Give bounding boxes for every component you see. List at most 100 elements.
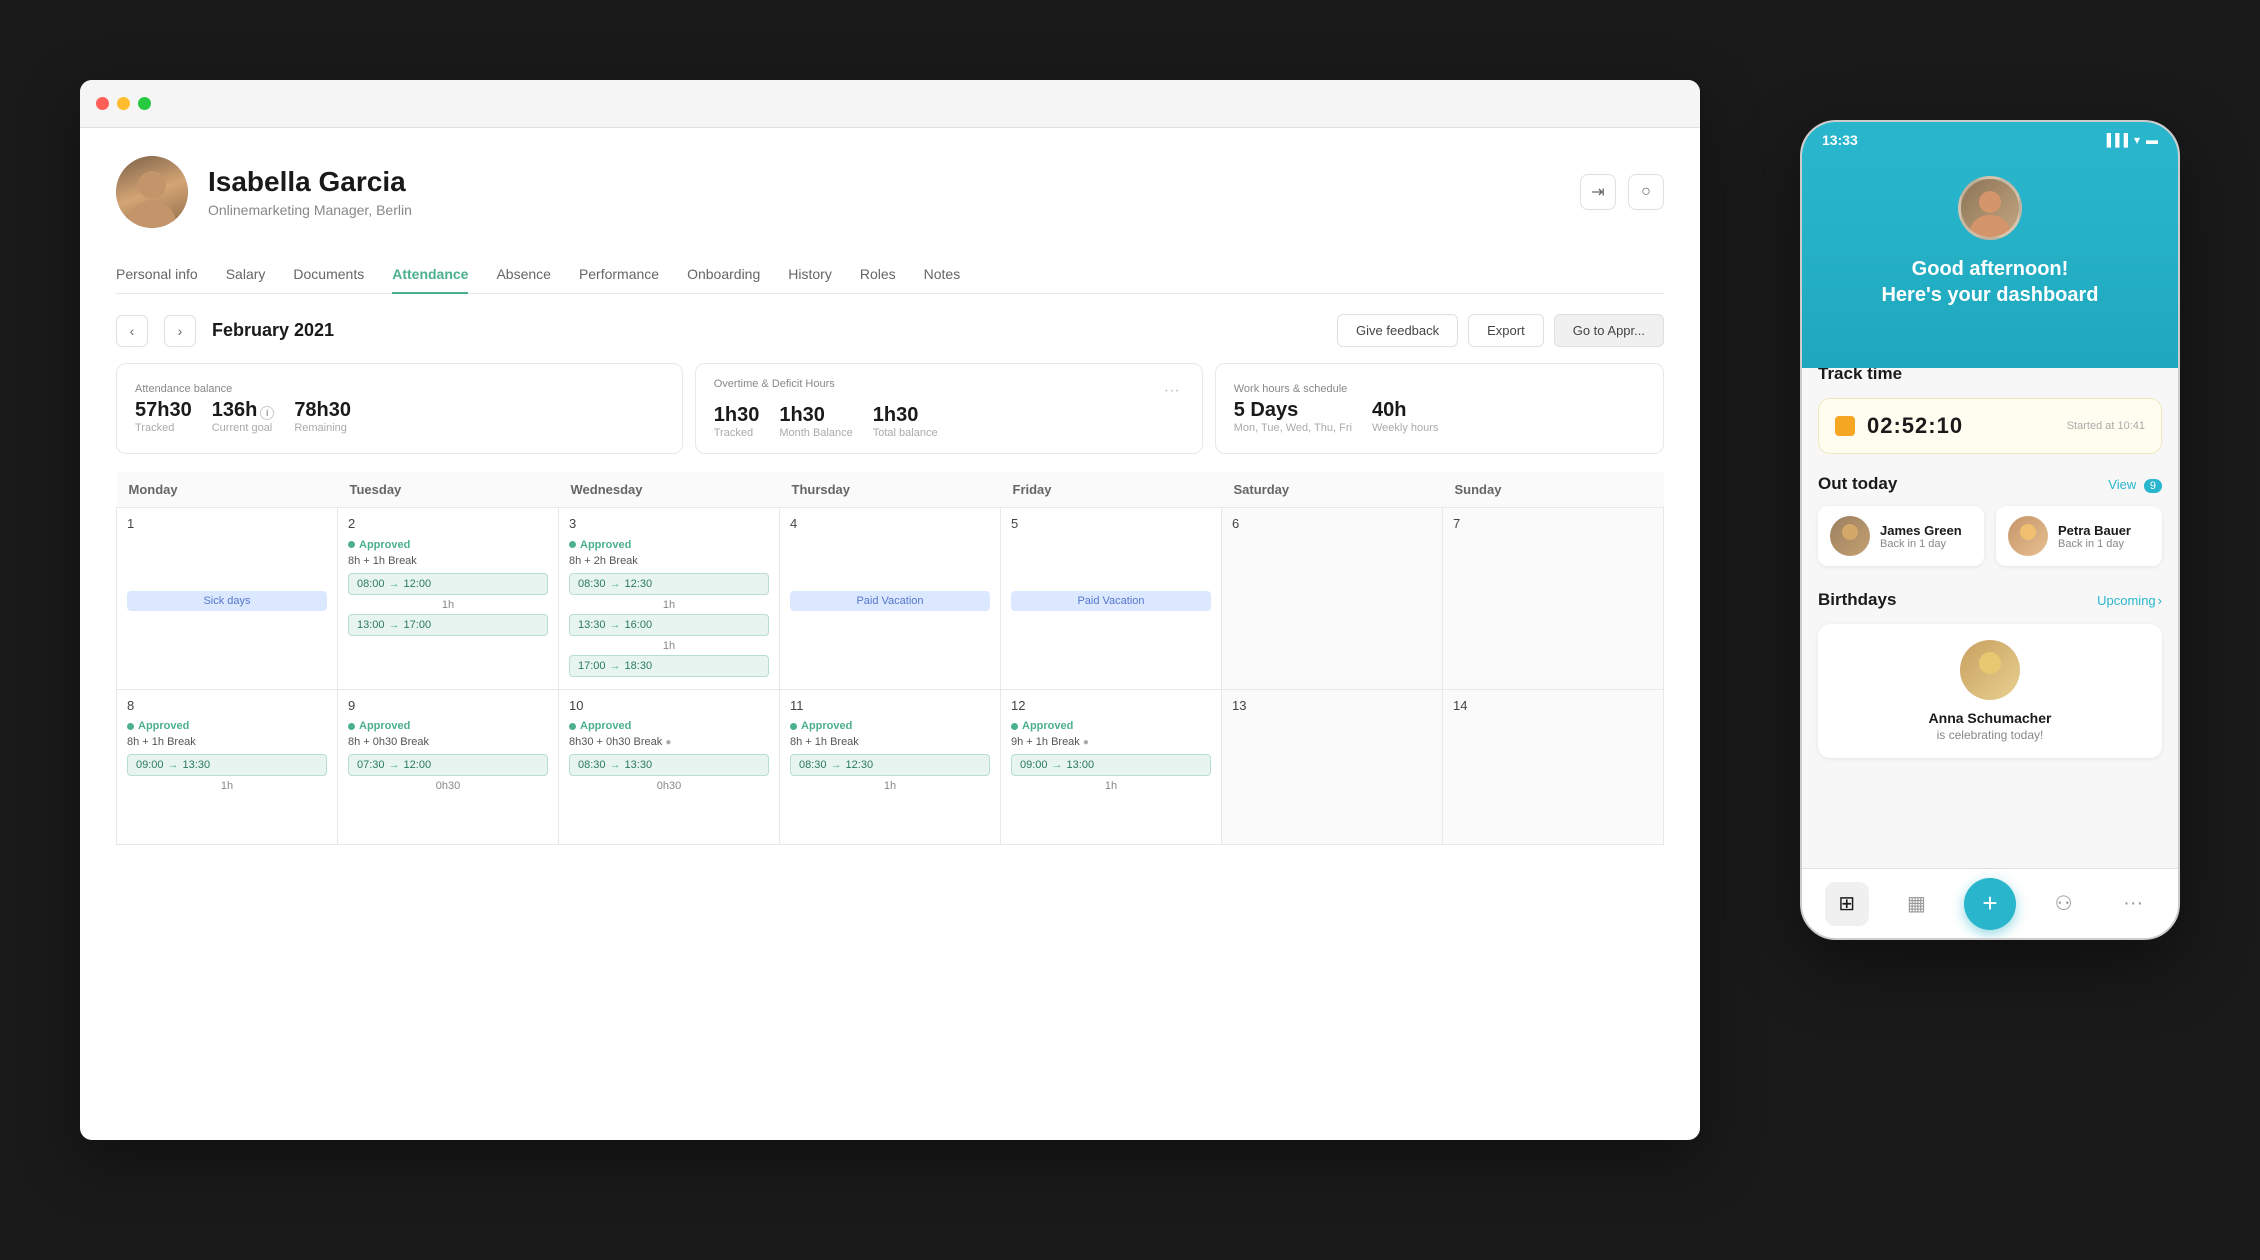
profile-header: Isabella Garcia Onlinemarketing Manager,…	[116, 156, 1664, 228]
minimize-button[interactable]	[117, 97, 130, 110]
mobile-bottom-nav: ⊞ ▦ + ⚇ ···	[1802, 868, 2178, 938]
mobile-greeting: Good afternoon!Here's your dashboard	[1822, 256, 2158, 308]
out-today-list: James Green Back in 1 day Petra Bauer Ba…	[1818, 506, 2162, 566]
calendar-actions: Give feedback Export Go to Appr...	[1337, 314, 1664, 347]
calendar-header: ‹ › February 2021 Give feedback Export G…	[116, 294, 1664, 363]
birthday-name: Anna Schumacher	[1834, 710, 2146, 726]
mobile-status-icons: ▐▐▐ ▾ ▬	[2102, 133, 2158, 147]
out-person-james[interactable]: James Green Back in 1 day	[1818, 506, 1984, 566]
tab-personal-info[interactable]: Personal info	[116, 256, 198, 294]
approved-badge: Approved	[348, 539, 410, 551]
export-button[interactable]: Export	[1468, 314, 1544, 347]
goal-val: 136hi	[212, 399, 275, 422]
tab-roles[interactable]: Roles	[860, 256, 896, 294]
day-1[interactable]: 1 Sick days	[117, 508, 338, 690]
tab-attendance[interactable]: Attendance	[392, 256, 468, 294]
tab-absence[interactable]: Absence	[496, 256, 550, 294]
ot-tracked-val: 1h30	[714, 404, 760, 427]
day-14[interactable]: 14	[1443, 689, 1664, 844]
goal-label: Current goal	[212, 422, 275, 434]
calendar-grid-wrapper: Monday Tuesday Wednesday Thursday Friday…	[116, 472, 1664, 845]
work-hours-card: Work hours & schedule 5 Days Mon, Tue, W…	[1215, 363, 1664, 454]
day-3[interactable]: 3 Approved 8h + 2h Break 08:30 → 12:30 1…	[559, 508, 780, 690]
overtime-more-button[interactable]: ···	[1160, 378, 1184, 404]
birthdays-title: Birthdays	[1818, 590, 1896, 610]
time-block: 07:30 → 12:00	[348, 754, 548, 776]
ot-tracked-label: Tracked	[714, 427, 760, 439]
birthdays-header: Birthdays Upcoming ›	[1818, 590, 2162, 610]
petra-avatar	[2008, 516, 2048, 556]
day-10[interactable]: 10 Approved 8h30 + 0h30 Break ● 08:30 → …	[559, 689, 780, 844]
profile-actions: ⇥ ○	[1580, 174, 1664, 210]
overtime-card: Overtime & Deficit Hours ··· 1h30 Tracke…	[695, 363, 1203, 454]
overtime-label: Overtime & Deficit Hours	[714, 378, 835, 390]
tab-documents[interactable]: Documents	[293, 256, 364, 294]
battery-icon: ▬	[2146, 133, 2158, 147]
day-2[interactable]: 2 Approved 8h + 1h Break 08:00 → 12:00 1…	[338, 508, 559, 690]
james-avatar	[1830, 516, 1870, 556]
mobile-status-bar: 13:33 ▐▐▐ ▾ ▬	[1802, 122, 2178, 156]
go-to-approvals-button[interactable]: Go to Appr...	[1554, 314, 1664, 347]
paid-vacation-label-5: Paid Vacation	[1011, 591, 1211, 611]
give-feedback-button[interactable]: Give feedback	[1337, 314, 1458, 347]
tab-notes[interactable]: Notes	[924, 256, 961, 294]
col-monday: Monday	[117, 472, 338, 508]
nav-dashboard-button[interactable]: ⊞	[1825, 882, 1869, 926]
james-name: James Green	[1880, 523, 1962, 538]
close-button[interactable]	[96, 97, 109, 110]
day-5[interactable]: 5 Paid Vacation	[1001, 508, 1222, 690]
avatar	[116, 156, 188, 228]
tab-performance[interactable]: Performance	[579, 256, 659, 294]
mobile-avatar	[1958, 176, 2022, 240]
nav-tabs: Personal info Salary Documents Attendanc…	[116, 256, 1664, 294]
prev-month-button[interactable]: ‹	[116, 315, 148, 347]
nav-more-button[interactable]: ···	[2111, 882, 2155, 926]
tab-salary[interactable]: Salary	[226, 256, 266, 294]
approved-badge: Approved	[127, 720, 189, 732]
nav-people-button[interactable]: ⚇	[2042, 882, 2086, 926]
birthday-card: Anna Schumacher is celebrating today!	[1818, 624, 2162, 758]
profile-info: Isabella Garcia Onlinemarketing Manager,…	[208, 166, 412, 218]
track-time-card[interactable]: 02:52:10 Started at 10:41	[1818, 398, 2162, 454]
col-wednesday: Wednesday	[559, 472, 780, 508]
timer-display: 02:52:10	[1867, 413, 1963, 439]
calendar-grid: Monday Tuesday Wednesday Thursday Friday…	[116, 472, 1664, 845]
day-9[interactable]: 9 Approved 8h + 0h30 Break 07:30 → 12:00…	[338, 689, 559, 844]
day-6[interactable]: 6	[1222, 508, 1443, 690]
day-11[interactable]: 11 Approved 8h + 1h Break 08:30 → 12:30 …	[780, 689, 1001, 844]
nav-add-button[interactable]: +	[1964, 878, 2016, 930]
ot-total-label: Total balance	[873, 427, 938, 439]
attendance-balance-label: Attendance balance	[135, 383, 351, 395]
approved-badge: Approved	[1011, 720, 1073, 732]
day-8[interactable]: 8 Approved 8h + 1h Break 09:00 → 13:30 1…	[117, 689, 338, 844]
wifi-icon: ▾	[2134, 133, 2140, 147]
day-4[interactable]: 4 Paid Vacation	[780, 508, 1001, 690]
birthday-sub: is celebrating today!	[1834, 728, 2146, 742]
tab-history[interactable]: History	[788, 256, 832, 294]
ot-month-label: Month Balance	[779, 427, 852, 439]
out-today-title: Out today	[1818, 474, 1897, 494]
out-person-petra[interactable]: Petra Bauer Back in 1 day	[1996, 506, 2162, 566]
attendance-balance-card: Attendance balance 57h30 Tracked 136hi C…	[116, 363, 683, 454]
mobile-header: Good afternoon!Here's your dashboard	[1802, 156, 2178, 368]
desktop-window: Isabella Garcia Onlinemarketing Manager,…	[80, 80, 1700, 1140]
search-button[interactable]: ○	[1628, 174, 1664, 210]
col-saturday: Saturday	[1222, 472, 1443, 508]
maximize-button[interactable]	[138, 97, 151, 110]
time-block: 08:00 → 12:00	[348, 573, 548, 595]
upcoming-button[interactable]: Upcoming ›	[2097, 593, 2162, 608]
tab-onboarding[interactable]: Onboarding	[687, 256, 760, 294]
next-month-button[interactable]: ›	[164, 315, 196, 347]
time-block: 08:30 → 12:30	[569, 573, 769, 595]
view-all-button[interactable]: View 9	[2108, 477, 2162, 492]
share-button[interactable]: ⇥	[1580, 174, 1616, 210]
mobile-body[interactable]: Track time 02:52:10 Started at 10:41 Out…	[1802, 344, 2178, 940]
day-7[interactable]: 7	[1443, 508, 1664, 690]
col-thursday: Thursday	[780, 472, 1001, 508]
time-block: 09:00 → 13:00	[1011, 754, 1211, 776]
nav-calendar-button[interactable]: ▦	[1894, 882, 1938, 926]
ot-total-val: 1h30	[873, 404, 938, 427]
mobile-time: 13:33	[1822, 132, 1858, 148]
day-12[interactable]: 12 Approved 9h + 1h Break ● 09:00 → 13:0…	[1001, 689, 1222, 844]
day-13[interactable]: 13	[1222, 689, 1443, 844]
